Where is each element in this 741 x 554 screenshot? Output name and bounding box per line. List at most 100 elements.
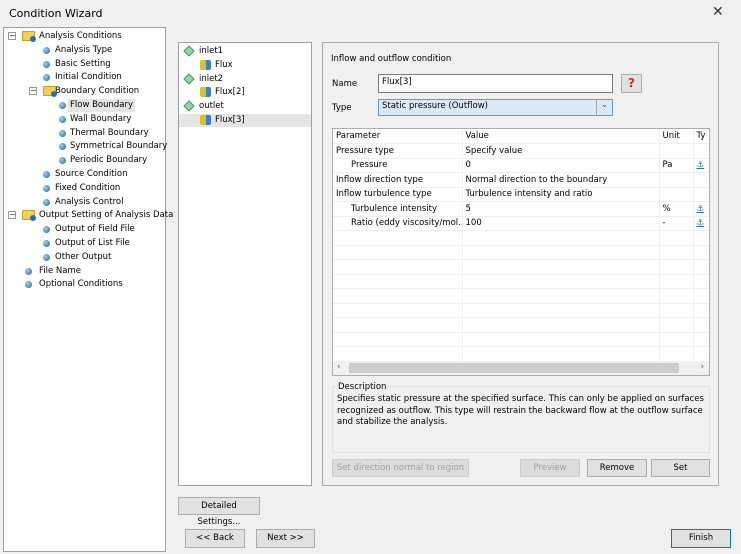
table-row[interactable]: Pressure type Specify value xyxy=(333,143,709,159)
tree-item[interactable]: − Output Setting of Analysis Data xyxy=(8,209,175,222)
anchor-icon[interactable]: ⚓ xyxy=(697,204,705,214)
table-row[interactable]: Turbulence intensity 5% ⚓ xyxy=(333,201,709,217)
value-cell: Specify value xyxy=(462,143,660,159)
table-row[interactable] xyxy=(333,332,709,347)
param-cell xyxy=(333,245,463,260)
boundary-item[interactable]: Flux[3] xyxy=(179,114,311,127)
tree-item-label: Output of List File xyxy=(55,238,130,248)
param-cell xyxy=(333,259,463,275)
set-button[interactable]: Set xyxy=(651,459,710,477)
tree-item[interactable]: Symmetrical Boundary xyxy=(59,140,169,153)
collapse-icon[interactable]: − xyxy=(8,32,16,40)
table-row[interactable]: Inflow turbulence type Turbulence intensi… xyxy=(333,187,709,202)
finish-button[interactable]: Finish xyxy=(671,529,731,548)
collapse-icon[interactable]: − xyxy=(8,211,16,220)
header-parameter: Parameter xyxy=(333,129,463,144)
boundary-item[interactable]: Flux[2] xyxy=(179,86,311,99)
type-cell xyxy=(693,172,709,188)
tree-item[interactable]: Fixed Condition xyxy=(43,182,122,195)
boundary-item[interactable]: inlet2 xyxy=(179,72,311,86)
param-cell xyxy=(333,274,463,289)
boundary-item[interactable]: outlet xyxy=(179,100,311,113)
scroll-left-icon[interactable]: ‹ xyxy=(337,362,340,372)
type-value: Static pressure (Outflow) xyxy=(382,101,488,111)
type-cell[interactable]: ⚓ xyxy=(693,216,709,231)
help-icon[interactable]: ? xyxy=(621,74,642,93)
node-icon xyxy=(43,226,50,234)
type-select[interactable]: Static pressure (Outflow) ⌄ xyxy=(378,99,613,116)
table-header: Parameter Value Unit Ty xyxy=(333,129,709,144)
boundary-list: inlet1 Flux inlet2 Flux[2] outlet Flux[3] xyxy=(178,42,312,486)
table-row[interactable] xyxy=(333,259,709,275)
name-input[interactable]: Flux[3] xyxy=(378,74,613,93)
tree-item[interactable]: Flow Boundary xyxy=(59,99,136,112)
boundary-label: Flux[2] xyxy=(215,87,245,98)
tree-item[interactable]: Basic Setting xyxy=(43,58,113,71)
tree-item[interactable]: Initial Condition xyxy=(43,71,124,84)
tree-item[interactable]: − Analysis Conditions xyxy=(8,30,124,43)
header-type: Ty xyxy=(693,129,709,144)
tree-item[interactable]: File Name xyxy=(25,265,83,278)
scroll-right-icon[interactable]: › xyxy=(701,362,704,372)
table-row[interactable] xyxy=(333,274,709,289)
param-cell xyxy=(333,288,463,304)
anchor-icon[interactable]: ⚓ xyxy=(697,218,705,228)
next-button[interactable]: Next >> xyxy=(256,529,315,548)
tree-item[interactable]: Optional Conditions xyxy=(25,278,125,291)
header-value: Value xyxy=(462,129,660,144)
collapse-icon[interactable]: − xyxy=(29,87,37,96)
tree-item-label: Initial Condition xyxy=(55,72,122,83)
table-row[interactable] xyxy=(333,245,709,260)
table-row[interactable] xyxy=(333,346,709,362)
param-cell: Pressure xyxy=(333,158,463,173)
tree-item[interactable]: Analysis Type xyxy=(43,44,114,57)
anchor-icon[interactable]: ⚓ xyxy=(697,160,705,170)
tree-item[interactable]: Analysis Control xyxy=(43,196,125,209)
tree-item[interactable]: Output of Field File xyxy=(43,223,137,236)
tree-item[interactable]: Source Condition xyxy=(43,168,129,181)
preview-button[interactable]: Preview xyxy=(520,459,580,477)
tree-item[interactable]: Thermal Boundary xyxy=(59,127,151,140)
horizontal-scrollbar[interactable]: ‹ › xyxy=(333,361,709,375)
folder-icon xyxy=(22,210,36,222)
tree-item[interactable]: − Boundary Condition xyxy=(29,85,141,98)
tree-item[interactable]: Wall Boundary xyxy=(59,113,133,126)
type-cell xyxy=(693,346,709,362)
detailed-settings-button[interactable]: Detailed Settings... xyxy=(178,497,260,527)
param-cell xyxy=(333,230,463,246)
table-row[interactable] xyxy=(333,288,709,304)
tree-item-label: Flow Boundary xyxy=(70,100,134,110)
unit-cell xyxy=(659,317,694,333)
tree-item-label: Analysis Type xyxy=(55,44,113,55)
table-row[interactable]: Inflow direction type Normal direction to… xyxy=(333,172,709,188)
value-cell: Turbulence intensity and ratio xyxy=(462,187,660,202)
table-row[interactable] xyxy=(333,317,709,333)
node-icon xyxy=(43,240,50,247)
param-cell xyxy=(333,317,463,333)
table-row[interactable] xyxy=(333,230,709,246)
unit-cell xyxy=(659,230,694,246)
table-row[interactable]: Pressure 0 Pa ⚓ xyxy=(333,158,709,173)
boundary-item[interactable]: Flux xyxy=(179,59,311,72)
scrollbar-thumb[interactable] xyxy=(349,363,679,373)
back-button[interactable]: << Back xyxy=(185,529,245,548)
tree-item[interactable]: Periodic Boundary xyxy=(59,154,149,167)
table-row[interactable] xyxy=(333,303,709,318)
description-box: Description Specifies static pressure at… xyxy=(332,382,710,453)
window-title: Condition Wizard xyxy=(9,7,103,20)
remove-button[interactable]: Remove xyxy=(587,459,647,477)
boundary-item[interactable]: inlet1 xyxy=(179,45,311,58)
tree-item[interactable]: Other Output xyxy=(43,251,113,264)
table-row[interactable]: Ratio (eddy viscosity/mol... 100- ⚓ xyxy=(333,216,709,231)
type-cell[interactable]: ⚓ xyxy=(693,158,709,173)
tree-item[interactable]: Output of List File xyxy=(43,237,132,250)
set-direction-button[interactable]: Set direction normal to region xyxy=(332,459,469,477)
node-icon xyxy=(59,157,66,165)
param-cell: Inflow direction type xyxy=(333,172,463,188)
type-cell[interactable]: ⚓ xyxy=(693,201,709,217)
close-icon[interactable]: ✕ xyxy=(712,4,724,20)
value-cell: 5 xyxy=(462,201,660,217)
param-cell: Inflow turbulence type xyxy=(333,187,463,202)
chevron-down-icon[interactable]: ⌄ xyxy=(596,100,612,115)
unit-cell xyxy=(659,143,694,159)
